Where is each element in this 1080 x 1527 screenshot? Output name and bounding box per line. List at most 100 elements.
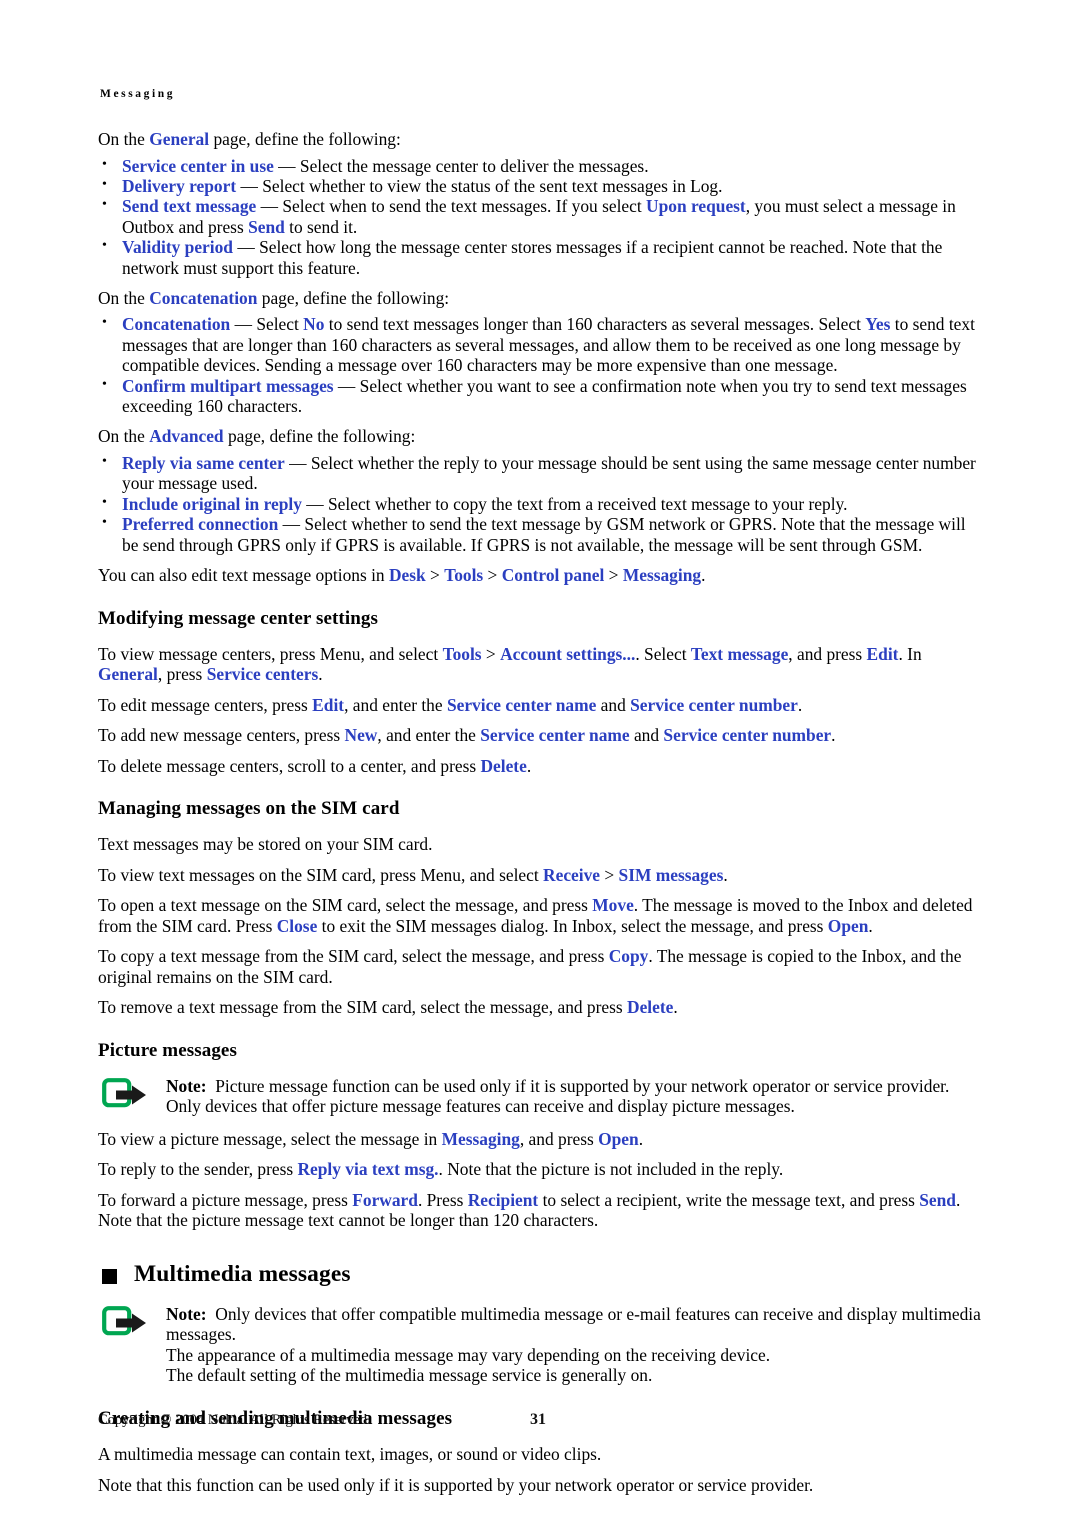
text-run: To open a text message on the SIM card, … — [98, 895, 593, 915]
list-item: Reply via same center — Select whether t… — [98, 452, 982, 494]
edit-options-path-sentence: You can also edit text message options i… — [98, 565, 982, 586]
advanced-intro: On the Advanced page, define the followi… — [98, 426, 982, 447]
ui-term: Account settings... — [500, 643, 636, 664]
concat-intro-pre: On the — [98, 287, 150, 308]
path-step-tools: Tools — [444, 565, 484, 585]
note-text-line-2: The appearance of a multimedia message m… — [166, 1344, 771, 1365]
running-header: Messaging — [100, 88, 176, 100]
general-intro-post: page, define the following: — [209, 129, 401, 149]
footer-copyright: Copyright © 2004 Nokia. All Rights Reser… — [98, 1412, 371, 1428]
para-view-message-centers: To view message centers, press Menu, and… — [98, 644, 982, 685]
ui-term: Copy — [608, 946, 649, 966]
note-arrow-icon — [102, 1077, 150, 1112]
bullet-text-c: to send it. — [284, 216, 358, 237]
text-run: . Note that the picture is not included … — [438, 1159, 784, 1180]
heading-multimedia-messages: Multimedia messages — [98, 1261, 982, 1288]
square-bullet-icon — [102, 1268, 117, 1284]
footer-page-number: 31 — [530, 1411, 546, 1428]
page-content: Messaging On the General page, define th… — [98, 88, 982, 1505]
text-run: To add new message centers, press — [98, 725, 345, 745]
ui-term: Forward — [352, 1189, 418, 1210]
ui-term: Messaging — [441, 1128, 520, 1149]
inline-term-upon-request: Upon request — [646, 196, 746, 217]
path-step-desk: Desk — [388, 565, 426, 585]
ui-term: Delete — [480, 755, 527, 776]
para-sim-view: To view text messages on the SIM card, p… — [98, 865, 982, 886]
text-run: . — [723, 864, 728, 885]
heading-picture-messages: Picture messages — [98, 1039, 237, 1061]
path-pre: You can also edit text message options i… — [98, 565, 389, 585]
para-mms-support: Note that this function can be used only… — [98, 1475, 982, 1496]
bullet-text: Select whether to copy the text from a r… — [328, 493, 848, 514]
text-run: , and enter the — [377, 725, 481, 745]
text-run: . — [868, 915, 873, 936]
general-bullet-list: Service center in use — Select the messa… — [98, 154, 982, 278]
list-item: Include original in reply — Select wheth… — [98, 493, 982, 514]
path-sep: > — [604, 565, 623, 585]
text-run: . — [526, 755, 532, 776]
text-run: To forward a picture message, press — [98, 1189, 353, 1210]
heading-modifying-message-center-settings: Modifying message center settings — [98, 607, 378, 629]
list-item: Send text message — Select when to send … — [98, 195, 982, 237]
text-run: . In — [898, 643, 922, 664]
note-body: Note: Only devices that offer compatible… — [166, 1304, 982, 1386]
bullet-text: Select the message center to deliver the… — [299, 155, 649, 176]
note-text-line-3: The default setting of the multimedia me… — [166, 1365, 653, 1386]
ui-term: Service center number — [630, 694, 798, 715]
concatenation-page-term: Concatenation — [149, 287, 258, 308]
para-sim-open: To open a text message on the SIM card, … — [98, 895, 982, 936]
bullet-text-a: Select — [256, 314, 304, 335]
ui-term: Recipient — [467, 1189, 539, 1210]
text-run: To reply to the sender, press — [98, 1159, 298, 1180]
text-run: , and enter the — [344, 694, 447, 715]
general-intro-pre: On the — [98, 129, 150, 149]
ui-term: Receive — [543, 864, 601, 885]
note-text-line-1: Only devices that offer compatible multi… — [166, 1303, 981, 1345]
document-page: Messaging On the General page, define th… — [0, 0, 1080, 1527]
text-run: To view message centers, press Menu, and… — [98, 643, 443, 664]
text-run: Text messages may be stored on your SIM … — [98, 834, 433, 854]
note-arrow-icon — [102, 1305, 150, 1340]
text-run: To remove a text message from the SIM ca… — [98, 997, 628, 1017]
advanced-page-term: Advanced — [149, 426, 224, 447]
path-step-control-panel: Control panel — [501, 565, 605, 585]
list-item: Delivery report — Select whether to view… — [98, 175, 982, 196]
text-run: . — [638, 1128, 644, 1149]
heading-managing-messages-sim-card: Managing messages on the SIM card — [98, 798, 400, 819]
ui-term: Open — [827, 915, 869, 936]
para-picture-forward: To forward a picture message, press Forw… — [98, 1190, 982, 1231]
advanced-intro-post: page, define the following: — [223, 426, 416, 447]
bullet-term: Confirm multipart messages — [122, 375, 334, 396]
text-run: and — [629, 725, 664, 745]
text-run: . — [318, 664, 323, 684]
text-run: . — [831, 725, 836, 745]
text-run: . Press — [417, 1189, 468, 1210]
bullet-term: Service center in use — [122, 155, 274, 176]
text-run: and — [596, 694, 631, 715]
path-step-messaging: Messaging — [622, 565, 702, 585]
ui-term: Service center number — [663, 725, 832, 745]
bullet-text-a: Select when to send the text messages. I… — [282, 196, 647, 217]
text-run: To edit message centers, press — [98, 694, 313, 715]
text-run: , and press — [788, 643, 867, 664]
bullet-term: Reply via same center — [122, 452, 285, 473]
ui-term: Tools — [442, 643, 482, 664]
ui-term: Reply via text msg. — [297, 1159, 439, 1180]
ui-term: Service center name — [446, 694, 597, 715]
advanced-intro-pre: On the — [98, 426, 150, 447]
ui-term: Send — [919, 1189, 956, 1210]
bullet-dash: — — [273, 155, 300, 176]
ui-term: Open — [598, 1128, 639, 1149]
path-sep: > — [483, 565, 502, 585]
concat-intro-post: page, define the following: — [257, 287, 450, 308]
advanced-bullet-list: Reply via same center — Select whether t… — [98, 452, 982, 555]
text-run: , press — [157, 664, 207, 684]
inline-term-yes: Yes — [865, 314, 891, 335]
bullet-dash: — — [278, 514, 305, 535]
note-text: Picture message function can be used onl… — [166, 1075, 950, 1117]
bullet-dash: — — [236, 175, 263, 196]
ui-term: Move — [592, 895, 634, 915]
para-edit-message-centers: To edit message centers, press Edit, and… — [98, 695, 982, 716]
ui-term: Delete — [627, 997, 674, 1017]
path-sep: > — [425, 565, 445, 585]
